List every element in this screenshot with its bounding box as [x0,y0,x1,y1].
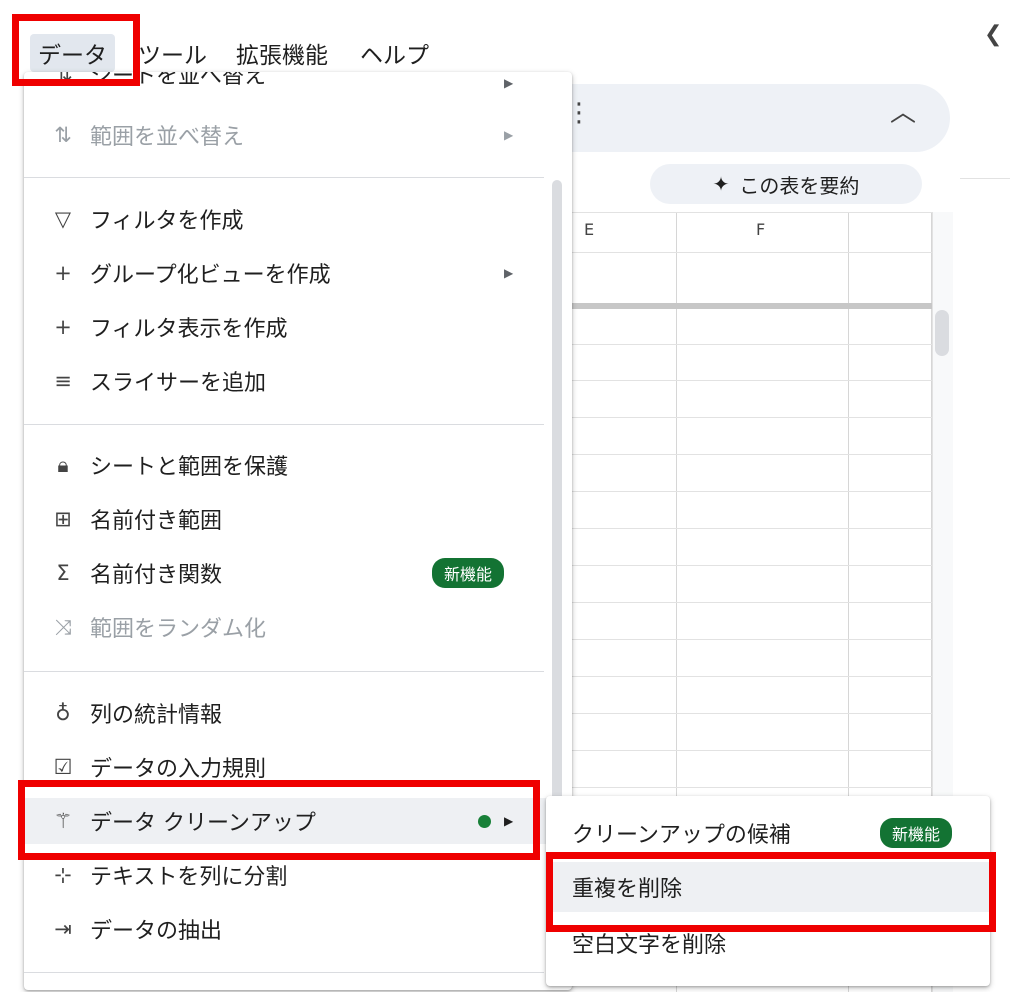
menu-item-column-stats[interactable]: ♁ 列の統計情報 [24,690,572,736]
freeze-bar[interactable] [560,303,932,309]
split-icon: ⊹ [54,863,72,887]
grid-line [560,602,932,603]
divider [960,178,1010,179]
menu-item-label: データ クリーンアップ [90,811,316,836]
menu-item-sort-range[interactable]: ⇅ 範囲を並べ替え ▶ [24,112,572,158]
menu-item-named-ranges[interactable]: ⊞ 名前付き範囲 [24,496,572,542]
menu-bar: データ ツール 拡張機能 ヘルプ [0,30,1000,72]
menu-item-label: 範囲をランダム化 [90,617,267,642]
menu-item-protect-sheets[interactable]: 🔒︎ シートと範囲を保護 [24,442,572,488]
submenu-item-cleanup-suggestions[interactable]: クリーンアップの候補 新機能 [546,808,990,858]
shuffle-icon: ⤨ [54,614,72,639]
menu-data[interactable]: データ [30,34,115,72]
grid-line [560,380,932,381]
menu-item-create-filter-view[interactable]: + フィルタ表示を作成 [24,304,572,350]
column-header-e[interactable]: E [584,220,594,239]
grid-line [560,344,932,345]
menu-item-label: フィルタを作成 [90,209,244,234]
menu-item-data-extraction[interactable]: ⇥ データの抽出 [24,906,572,952]
menu-item-label: データの抽出 [90,919,223,944]
status-dot [478,814,491,828]
submenu-arrow-icon: ▶ [504,814,514,828]
extract-icon: ⇥ [54,917,72,941]
menu-item-label: フィルタ表示を作成 [90,317,288,342]
menu-item-label: 名前付き範囲 [90,509,223,534]
sort-icon: ⇅ [54,123,72,147]
lock-icon: 🔒︎ [57,452,69,477]
submenu-item-label: クリーンアップの候補 [572,823,791,848]
menu-item-create-group-view[interactable]: + グループ化ビューを作成 ▶ [24,250,572,296]
grid-line [560,639,932,640]
menu-help[interactable]: ヘルプ [352,34,437,72]
menu-divider [24,177,544,178]
side-panel-header [540,84,950,152]
menu-divider [24,972,544,973]
menu-item-sort-sheet[interactable]: シートを並べ替え [90,72,266,90]
menu-item-label: 範囲を並べ替え [90,125,245,150]
new-feature-badge: 新機能 [432,558,505,588]
plus-icon: + [54,261,72,285]
submenu-item-trim-whitespace[interactable]: 空白文字を削除 [546,918,990,968]
menu-divider [24,671,544,672]
submenu-arrow-icon: ▶ [504,76,514,90]
validation-icon: ☑ [53,755,73,779]
plus-icon: + [54,315,72,339]
menu-item-label: グループ化ビューを作成 [90,263,331,288]
named-range-icon: ⊞ [54,507,72,531]
submenu-item-label: 空白文字を削除 [572,933,727,958]
grid-line [560,565,932,566]
data-cleanup-submenu: クリーンアップの候補 新機能 重複を削除 空白文字を削除 [546,796,990,986]
grid-line [560,212,932,213]
menu-item-label: テキストを列に分割 [90,865,288,890]
menu-tools[interactable]: ツール [130,34,215,72]
grid-line [560,676,932,677]
menu-item-data-cleanup[interactable]: ⚚ データ クリーンアップ ▶ [24,798,572,844]
menu-item-randomize-range[interactable]: ⤨ 範囲をランダム化 [24,604,572,650]
sort-sheet-icon: ⇅ [56,72,73,86]
menu-item-label: シートと範囲を保護 [90,455,289,480]
grid-line [560,528,932,529]
menu-item-label: データの入力規則 [90,757,267,782]
lightbulb-icon: ♁ [55,701,71,725]
slicer-icon: ≡ [54,369,72,393]
submenu-item-label: 重複を削除 [572,877,683,902]
submenu-arrow-icon: ▶ [504,128,514,142]
submenu-item-remove-duplicates[interactable]: 重複を削除 [546,862,990,912]
new-feature-badge: 新機能 [880,818,953,848]
collapse-chevron-icon[interactable]: ︿ [890,100,916,126]
menu-item-label: スライサーを追加 [90,371,267,396]
menu-item-named-functions[interactable]: Σ 名前付き関数 新機能 [24,550,572,596]
magic-wand-icon: ⚚ [53,809,73,833]
sparkle-icon: ✦ [712,172,730,196]
filter-icon: ▽ [54,207,72,231]
menu-item-label: 列の統計情報 [90,703,223,728]
grid-line [560,454,932,455]
menu-item-split-text[interactable]: ⊹ テキストを列に分割 [24,852,572,898]
grid-line [560,750,932,751]
grid-line [560,491,932,492]
sigma-icon: Σ [56,561,70,585]
column-header-f[interactable]: F [756,220,765,239]
summarize-table-button[interactable]: ✦ この表を要約 [650,164,922,204]
grid-line [560,787,932,788]
grid-line [560,417,932,418]
menu-item-label: 名前付き関数 [90,563,223,588]
sheet-scrollbar-thumb[interactable] [935,310,949,356]
menu-item-data-validation[interactable]: ☑ データの入力規則 [24,744,572,790]
grid-line [560,713,932,714]
menu-item-create-filter[interactable]: ▽ フィルタを作成 [24,196,572,242]
submenu-arrow-icon: ▶ [504,266,514,280]
data-menu: ⇅ シートを並べ替え ▶ ⇅ 範囲を並べ替え ▶ ▽ フィルタを作成 + グルー… [24,72,572,990]
grid-line [560,252,932,253]
menu-item-add-slicer[interactable]: ≡ スライサーを追加 [24,358,572,404]
menu-extensions[interactable]: 拡張機能 [228,34,336,72]
menu-divider [24,424,544,425]
summarize-table-label: この表を要約 [739,173,860,198]
menu-scrollbar[interactable] [552,180,562,820]
